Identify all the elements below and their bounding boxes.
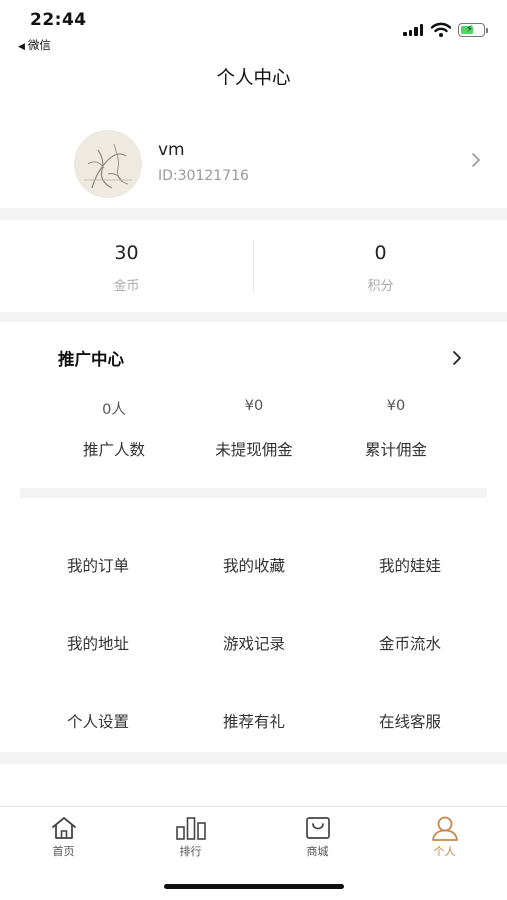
- home-indicator[interactable]: [164, 884, 344, 889]
- menu-my-dolls[interactable]: 我的娃娃: [330, 554, 490, 576]
- wifi-icon: [431, 22, 451, 37]
- menu-coin-history[interactable]: 金币流水: [330, 632, 490, 654]
- chevron-right-icon[interactable]: [450, 348, 464, 368]
- menu-online-support[interactable]: 在线客服: [330, 710, 490, 732]
- promo-unwithdrawn[interactable]: ¥0 未提现佣金: [174, 398, 334, 460]
- tab-ranking-label: 排行: [179, 845, 202, 858]
- user-id: ID:30121716: [158, 168, 249, 184]
- signal-icon: [403, 24, 425, 36]
- section-divider: [0, 752, 507, 764]
- promo-total-commission[interactable]: ¥0 累计佣金: [316, 398, 476, 460]
- stat-points[interactable]: 0 积分: [254, 220, 507, 312]
- section-divider: [0, 312, 507, 322]
- promo-unwithdrawn-label: 未提现佣金: [215, 441, 293, 459]
- back-app-label: 微信: [27, 38, 51, 52]
- avatar[interactable]: [74, 130, 142, 198]
- tab-profile[interactable]: 个人: [381, 815, 507, 867]
- home-icon: [51, 817, 76, 839]
- battery-icon: ⚡: [458, 23, 488, 37]
- promo-referrals-value: 0人: [102, 402, 126, 418]
- menu-settings[interactable]: 个人设置: [18, 710, 178, 732]
- stat-points-value: 0: [374, 242, 387, 264]
- back-triangle-icon: ◀: [18, 42, 25, 52]
- promo-total-label: 累计佣金: [364, 441, 427, 459]
- promotion-center-title[interactable]: 推广中心: [58, 346, 124, 370]
- profile-card[interactable]: vm ID:30121716: [0, 118, 507, 206]
- stat-points-label: 积分: [367, 279, 394, 294]
- tab-ranking[interactable]: 排行: [127, 815, 254, 867]
- menu-my-favorites[interactable]: 我的收藏: [174, 554, 334, 576]
- section-divider: [0, 208, 507, 220]
- status-bar: 22:44 ◀ 微信 ⚡: [0, 0, 507, 60]
- tab-profile-label: 个人: [433, 845, 456, 858]
- promo-referrals[interactable]: 0人 推广人数: [34, 398, 194, 460]
- stats-row: 30 金币 0 积分: [0, 220, 507, 312]
- stat-coins-value: 30: [114, 242, 139, 264]
- page-title: 个人中心: [216, 68, 291, 89]
- back-to-app-link[interactable]: ◀ 微信: [18, 37, 51, 53]
- tab-shop-label: 商城: [306, 845, 329, 858]
- stat-coins[interactable]: 30 金币: [0, 220, 253, 312]
- stat-coins-label: 金币: [113, 279, 140, 294]
- menu-my-address[interactable]: 我的地址: [18, 632, 178, 654]
- person-icon: [431, 816, 458, 841]
- tab-home[interactable]: 首页: [0, 815, 127, 867]
- tab-shop[interactable]: 商城: [254, 815, 381, 867]
- menu-my-orders[interactable]: 我的订单: [18, 554, 178, 576]
- chevron-right-icon[interactable]: [469, 150, 483, 170]
- ranking-icon: [175, 817, 206, 840]
- promo-referrals-label: 推广人数: [82, 441, 145, 459]
- status-time: 22:44: [30, 10, 87, 30]
- username: vm: [158, 140, 185, 160]
- promo-total-value: ¥0: [386, 398, 406, 414]
- promo-unwithdrawn-value: ¥0: [244, 398, 264, 414]
- tab-home-label: 首页: [52, 845, 75, 858]
- shop-bag-icon: [305, 817, 330, 839]
- section-divider: [20, 488, 487, 498]
- menu-referral-rewards[interactable]: 推荐有礼: [174, 710, 334, 732]
- menu-game-records[interactable]: 游戏记录: [174, 632, 334, 654]
